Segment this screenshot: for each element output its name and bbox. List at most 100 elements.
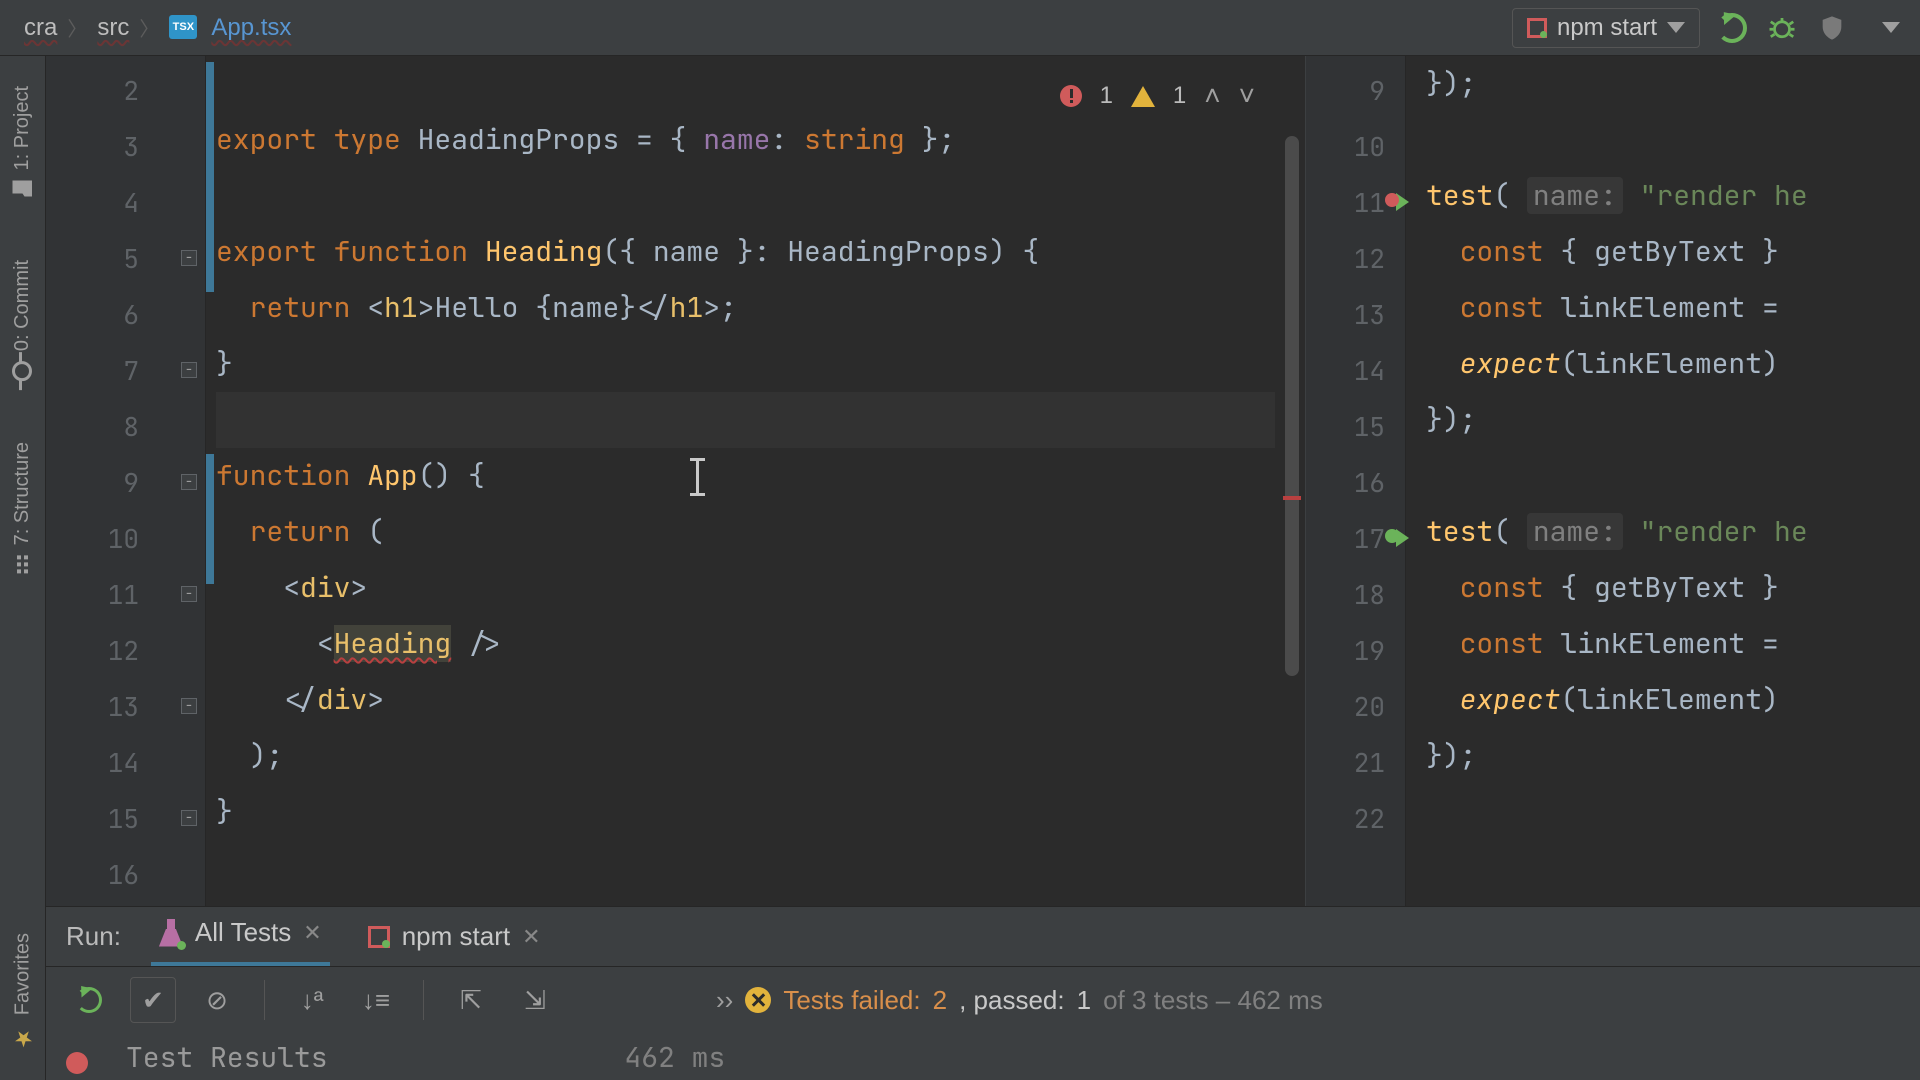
editor-scrollbar[interactable]: [1285, 56, 1299, 906]
fold-toggle[interactable]: −: [181, 474, 197, 490]
line-number[interactable]: 16: [46, 846, 205, 902]
rerun-button[interactable]: [66, 977, 112, 1023]
breadcrumb-file[interactable]: App.tsx: [211, 14, 291, 42]
expand-all-button[interactable]: ⇱: [448, 977, 494, 1023]
coverage-button[interactable]: [1814, 10, 1850, 46]
code-line[interactable]: [216, 392, 1275, 448]
code-line[interactable]: test( name: "render he: [1426, 504, 1890, 560]
code-line[interactable]: }: [216, 784, 1275, 840]
breadcrumb-folder[interactable]: src: [97, 14, 129, 42]
code-line[interactable]: [1426, 112, 1890, 168]
code-line[interactable]: <Heading />: [216, 616, 1275, 672]
show-ignored-button[interactable]: ⊘: [194, 977, 240, 1023]
editor-pane-left[interactable]: 2345−67−89−1011−1213−1415−16 export type…: [46, 56, 1306, 906]
line-number[interactable]: 17: [1306, 510, 1405, 566]
line-number[interactable]: 3: [46, 118, 205, 174]
fold-toggle[interactable]: −: [181, 810, 197, 826]
close-icon[interactable]: ✕: [303, 920, 321, 946]
line-number[interactable]: 9: [1306, 62, 1405, 118]
code-line[interactable]: export type HeadingProps = { name: strin…: [216, 112, 1275, 168]
line-number[interactable]: 6: [46, 286, 205, 342]
error-stripe[interactable]: [1283, 496, 1301, 500]
code-line[interactable]: const linkElement =: [1426, 280, 1890, 336]
code-line[interactable]: });: [1426, 392, 1890, 448]
editor-pane-right[interactable]: 910111213141516171819202122 }); test( na…: [1306, 56, 1920, 906]
sort-by-duration-button[interactable]: ↓≡: [353, 977, 399, 1023]
run-button[interactable]: [1714, 10, 1750, 46]
code-line[interactable]: [1426, 784, 1890, 840]
line-number[interactable]: 18: [1306, 566, 1405, 622]
inspection-widget[interactable]: 1 1 ˄ ˅: [1060, 80, 1255, 112]
code-line[interactable]: [1426, 448, 1890, 504]
line-number[interactable]: 16: [1306, 454, 1405, 510]
toolwindow-commit-button[interactable]: 0: Commit: [11, 260, 34, 381]
fold-toggle[interactable]: −: [181, 586, 197, 602]
line-number[interactable]: 12: [1306, 230, 1405, 286]
editor-code-area[interactable]: export type HeadingProps = { name: strin…: [216, 56, 1275, 896]
sort-button[interactable]: ↓ª: [289, 977, 335, 1023]
code-line[interactable]: }: [216, 336, 1275, 392]
scrollbar-thumb[interactable]: [1285, 136, 1299, 676]
run-gutter-icon[interactable]: [1396, 529, 1409, 547]
line-number[interactable]: 4: [46, 174, 205, 230]
fold-toggle[interactable]: −: [181, 362, 197, 378]
line-number[interactable]: 12: [46, 622, 205, 678]
line-number[interactable]: 7−: [46, 342, 205, 398]
breadcrumb[interactable]: cra 〉 src 〉 TSX App.tsx: [24, 13, 291, 42]
code-line[interactable]: expect(linkElement): [1426, 672, 1890, 728]
vcs-change-marker[interactable]: [206, 454, 214, 584]
close-icon[interactable]: ✕: [522, 924, 540, 950]
code-line[interactable]: const linkElement =: [1426, 616, 1890, 672]
run-gutter-icon[interactable]: [1396, 193, 1409, 211]
line-number[interactable]: 10: [46, 510, 205, 566]
show-passed-button[interactable]: ✔: [130, 977, 176, 1023]
line-number[interactable]: 9−: [46, 454, 205, 510]
code-line[interactable]: });: [1426, 56, 1890, 112]
code-line[interactable]: return (: [216, 504, 1275, 560]
code-line[interactable]: });: [1426, 728, 1890, 784]
line-number[interactable]: 11−: [46, 566, 205, 622]
code-line[interactable]: const { getByText }: [1426, 560, 1890, 616]
toolwindow-project-button[interactable]: 1: Project: [11, 86, 34, 200]
collapse-all-button[interactable]: ⇲: [512, 977, 558, 1023]
line-number[interactable]: 14: [1306, 342, 1405, 398]
line-number[interactable]: 5−: [46, 230, 205, 286]
toolwindow-favorites-button[interactable]: ★ Favorites: [10, 933, 36, 1050]
line-number[interactable]: 2: [46, 62, 205, 118]
chevron-up-icon[interactable]: ˄: [1204, 80, 1220, 112]
line-number[interactable]: 13−: [46, 678, 205, 734]
code-line[interactable]: expect(linkElement): [1426, 336, 1890, 392]
chevron-down-icon[interactable]: ˅: [1239, 80, 1255, 112]
vcs-change-marker[interactable]: [206, 62, 214, 292]
fold-toggle[interactable]: −: [181, 250, 197, 266]
test-results-header[interactable]: Test Results 462 ms: [126, 1039, 725, 1076]
line-number[interactable]: 15−: [46, 790, 205, 846]
code-line[interactable]: export function Heading({ name }: Headin…: [216, 224, 1275, 280]
run-tab-all-tests[interactable]: All Tests ✕: [151, 907, 330, 966]
line-number[interactable]: 11: [1306, 174, 1405, 230]
code-line[interactable]: const { getByText }: [1426, 224, 1890, 280]
chevron-down-icon[interactable]: [1882, 22, 1900, 33]
line-number[interactable]: 19: [1306, 622, 1405, 678]
line-number[interactable]: 22: [1306, 790, 1405, 846]
line-number[interactable]: 21: [1306, 734, 1405, 790]
code-line[interactable]: <div>: [216, 560, 1275, 616]
code-line[interactable]: function App() {: [216, 448, 1275, 504]
line-number[interactable]: 13: [1306, 286, 1405, 342]
line-number[interactable]: 10: [1306, 118, 1405, 174]
line-number[interactable]: 20: [1306, 678, 1405, 734]
code-line[interactable]: </div>: [216, 672, 1275, 728]
code-line[interactable]: );: [216, 728, 1275, 784]
breadcrumb-project[interactable]: cra: [24, 14, 57, 42]
debug-button[interactable]: [1764, 10, 1800, 46]
line-number[interactable]: 8: [46, 398, 205, 454]
editor-gutter[interactable]: 2345−67−89−1011−1213−1415−16: [46, 56, 206, 906]
code-line[interactable]: [216, 168, 1275, 224]
editor-code-area[interactable]: }); test( name: "render he const { getBy…: [1426, 56, 1890, 840]
code-line[interactable]: [216, 840, 1275, 896]
fold-toggle[interactable]: −: [181, 698, 197, 714]
run-tab-npm-start[interactable]: npm start ✕: [360, 911, 549, 966]
editor-gutter[interactable]: 910111213141516171819202122: [1306, 56, 1406, 906]
run-configuration-selector[interactable]: npm start: [1512, 8, 1700, 48]
code-line[interactable]: test( name: "render he: [1426, 168, 1890, 224]
